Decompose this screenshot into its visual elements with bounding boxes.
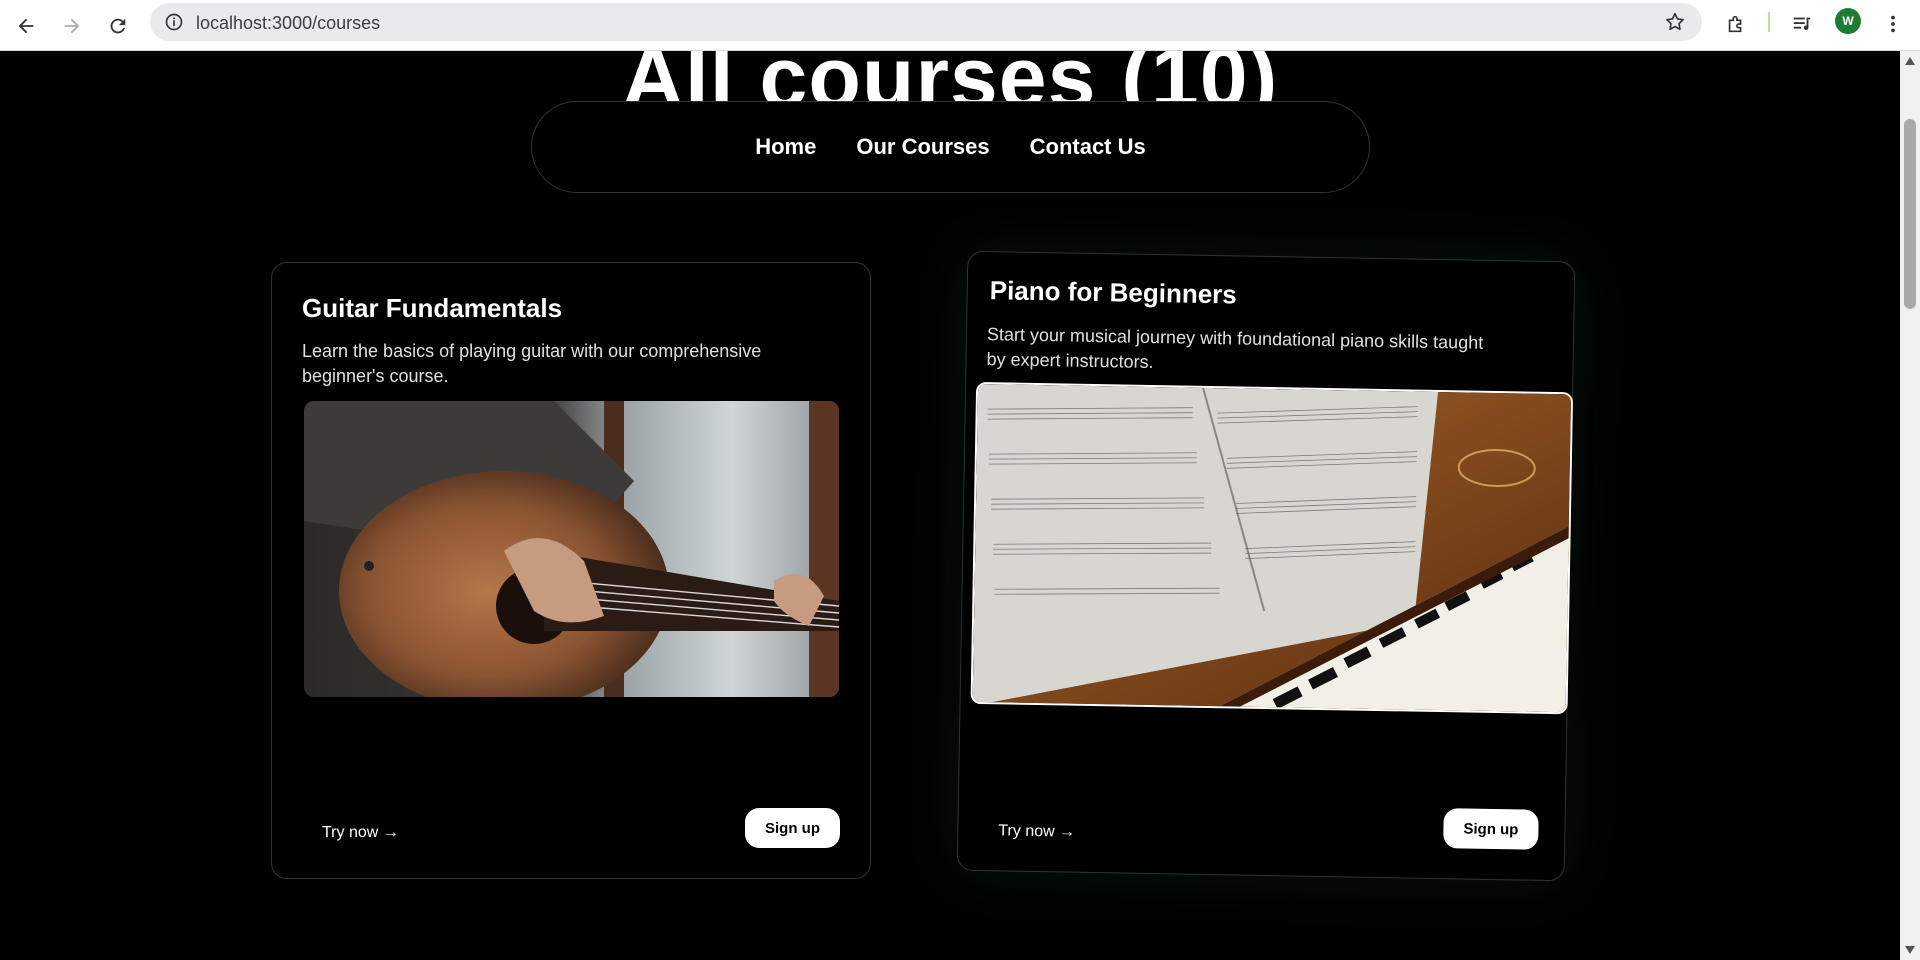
kebab-menu-icon — [1891, 15, 1895, 33]
bookmark-star-icon[interactable] — [1664, 11, 1686, 33]
site-info-icon[interactable] — [164, 12, 184, 32]
playlist-icon — [1793, 17, 1811, 31]
extensions-button[interactable] — [1720, 8, 1752, 40]
sign-up-button[interactable]: Sign up — [745, 808, 840, 848]
course-title: Guitar Fundamentals — [302, 293, 563, 323]
scrollbar-thumb[interactable] — [1904, 119, 1916, 309]
guitar-image — [304, 401, 839, 697]
browser-menu-button[interactable] — [1877, 8, 1909, 40]
piano-sheet-music-photo — [972, 383, 1574, 715]
toolbar-divider — [1768, 12, 1770, 32]
forward-button[interactable] — [54, 8, 90, 44]
main-navbar: Home Our Courses Contact Us — [531, 101, 1370, 193]
try-now-link[interactable]: Try now → — [998, 822, 1075, 841]
reload-button[interactable] — [100, 8, 136, 44]
acoustic-guitar-photo — [304, 401, 839, 697]
page-scrollbar[interactable] — [1900, 51, 1920, 960]
course-description: Learn the basics of playing guitar with … — [302, 341, 762, 386]
nav-our-courses[interactable]: Our Courses — [856, 134, 989, 160]
course-card-piano: Piano for Beginners Start your musical j… — [956, 250, 1576, 882]
reload-icon — [110, 18, 126, 34]
nav-contact-us[interactable]: Contact Us — [1030, 134, 1146, 160]
course-title: Piano for Beginners — [989, 275, 1238, 310]
nav-home[interactable]: Home — [755, 134, 816, 160]
browser-toolbar: localhost:3000/courses W — [0, 0, 1920, 51]
scroll-up-arrow-icon[interactable] — [1905, 57, 1915, 65]
address-bar[interactable]: localhost:3000/courses — [150, 3, 1702, 41]
try-now-link[interactable]: Try now → — [322, 824, 399, 842]
arrow-left-icon — [18, 18, 34, 34]
sign-up-button[interactable]: Sign up — [1443, 808, 1539, 850]
media-control-button[interactable] — [1786, 8, 1818, 40]
course-card-guitar: Guitar Fundamentals Learn the basics of … — [271, 262, 871, 879]
arrow-right-icon — [64, 18, 80, 34]
puzzle-icon — [1728, 15, 1742, 33]
url-text: localhost:3000/courses — [196, 13, 381, 33]
course-description: Start your musical journey with foundati… — [986, 324, 1484, 373]
piano-image — [970, 381, 1574, 715]
page-viewport: All courses (10) Home Our Courses Contac… — [0, 51, 1900, 960]
profile-avatar[interactable]: W — [1835, 8, 1861, 34]
back-button[interactable] — [8, 8, 44, 44]
scroll-down-arrow-icon[interactable] — [1905, 946, 1915, 954]
